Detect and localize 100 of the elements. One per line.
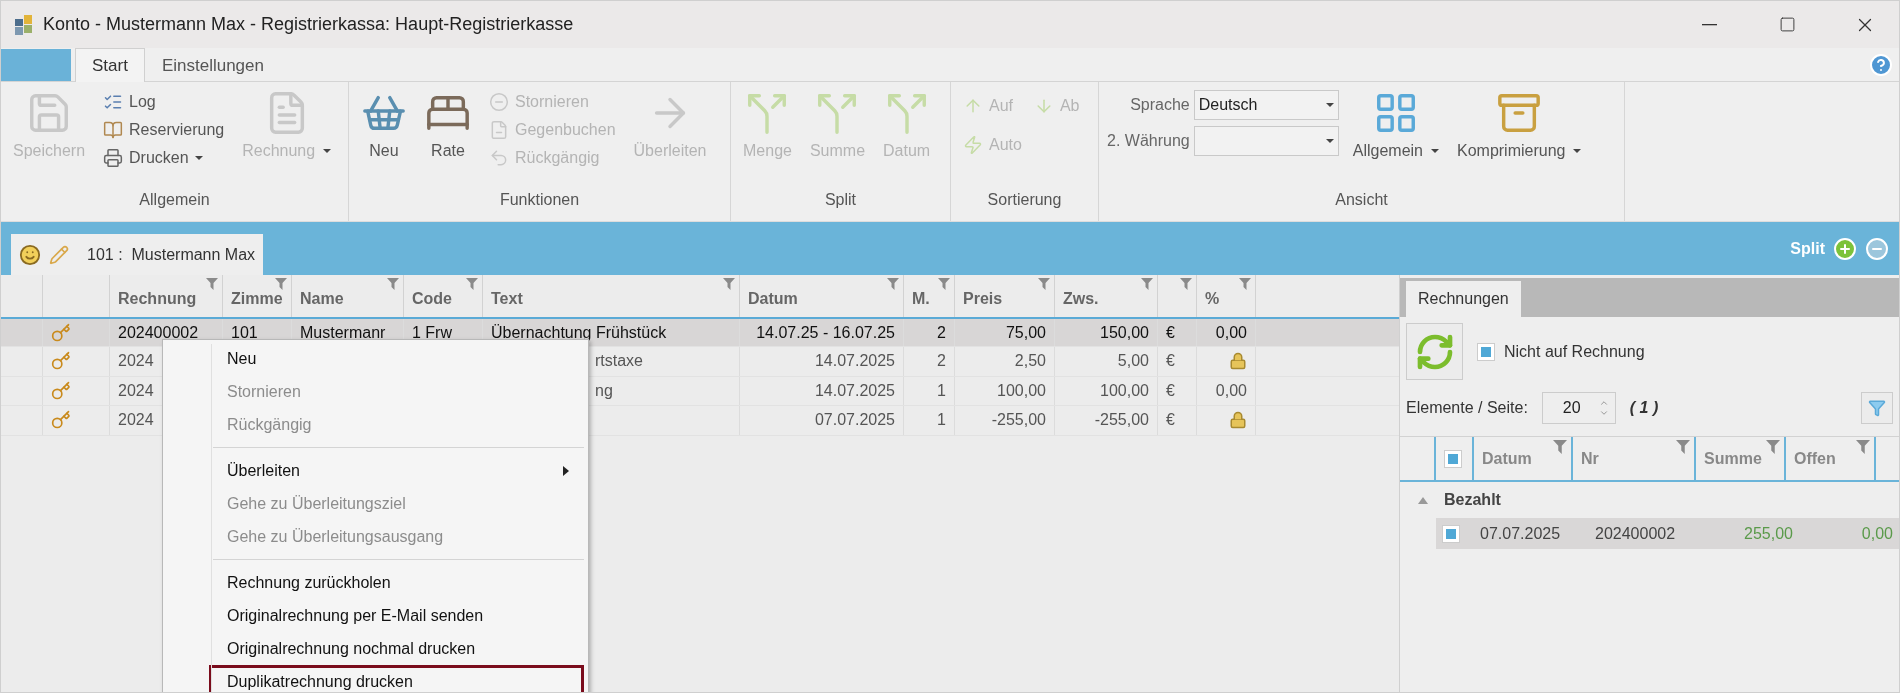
ribbon-button[interactable]: Drucken — [99, 144, 229, 171]
ribbon-button[interactable]: Neu — [357, 86, 411, 164]
menu-item[interactable]: Duplikatrechnung drucken — [209, 665, 584, 692]
column-header[interactable]: Preis — [963, 290, 1003, 308]
table-cell: 07.07.2025 — [814, 411, 895, 430]
table-cell: € — [1166, 411, 1175, 430]
ribbon-tab[interactable]: Einstellungen — [144, 48, 281, 82]
page-size-spinner[interactable]: 20 — [1541, 392, 1616, 424]
filter-icon[interactable] — [206, 278, 218, 290]
split-label: Split — [1790, 239, 1825, 258]
table-cell: 2,50 — [1014, 352, 1046, 371]
table-cell: 2 — [937, 323, 946, 342]
filter-icon[interactable] — [275, 278, 287, 290]
filter-button[interactable] — [1861, 392, 1893, 424]
table-cell: 100,00 — [997, 381, 1046, 400]
filter-icon[interactable] — [466, 278, 478, 290]
table-cell: 1 — [937, 411, 946, 430]
menu-item[interactable]: Rechnung zurückholen — [209, 566, 584, 599]
page-count: ( 1 ) — [1629, 399, 1659, 417]
column-header[interactable]: Zimme — [231, 290, 283, 308]
dropdown-field[interactable] — [1193, 126, 1339, 156]
column-header[interactable]: Name — [300, 290, 344, 308]
table-cell: 2 — [937, 352, 946, 371]
table-cell: € — [1166, 381, 1175, 400]
column-header[interactable]: M. — [912, 290, 930, 308]
group-label: Funktionen — [499, 191, 580, 210]
smiley-icon — [19, 244, 41, 266]
filter-icon[interactable] — [1766, 440, 1780, 454]
filter-icon[interactable] — [887, 278, 899, 290]
book-icon — [103, 119, 124, 140]
lock-icon — [1229, 411, 1247, 430]
checkbox[interactable]: Nicht auf Rechnung — [1477, 342, 1645, 361]
pencil-icon — [49, 245, 69, 265]
filter-icon[interactable] — [1856, 440, 1870, 454]
table-cell: 2024 — [118, 411, 154, 430]
help-icon[interactable] — [1869, 53, 1893, 77]
caret-icon — [323, 149, 332, 153]
table-row[interactable]: 202400002 101 Mustermanr 1 Frw Übernachtung Frühstück 14.07.25 - 16.07.25 2 75,00 150,00 € 0,00 — [1, 318, 1399, 347]
key-icon — [51, 380, 71, 401]
table-cell: 255,00 — [1744, 524, 1793, 542]
filter-icon[interactable] — [1676, 440, 1690, 454]
ribbon-button[interactable]: Allgemein — [1348, 86, 1443, 164]
group-label: Sortierung — [987, 191, 1062, 210]
menu-item[interactable]: Überleiten — [209, 454, 584, 487]
menu-item[interactable]: Originalrechnung per E-Mail senden — [209, 599, 584, 632]
collapse-triangle-icon[interactable] — [1418, 496, 1428, 504]
filter-icon[interactable] — [387, 278, 399, 290]
filter-icon[interactable] — [1180, 278, 1192, 290]
table-cell: 14.07.25 - 16.07.25 — [756, 323, 895, 342]
group-label: Split — [824, 191, 857, 210]
minimize-icon — [1701, 23, 1717, 26]
caret-icon — [194, 155, 203, 160]
filter-icon[interactable] — [1553, 440, 1567, 454]
refresh-button[interactable] — [1406, 323, 1463, 380]
dropdown-field[interactable]: Deutsch — [1193, 90, 1339, 120]
panel-tab[interactable]: Rechnungen — [1406, 281, 1521, 317]
column-header[interactable]: Text — [491, 290, 523, 308]
column-header[interactable]: Code — [412, 290, 452, 308]
ribbon-button[interactable]: Rate — [421, 86, 475, 164]
column-header[interactable]: Nr — [1581, 449, 1599, 468]
table-cell: 07.07.2025 — [1480, 524, 1561, 542]
table-cell: 202400002 — [118, 323, 199, 342]
page-size-label: Elemente / Seite: — [1406, 399, 1528, 417]
caret-icon — [1431, 149, 1439, 153]
document-minus-icon — [489, 119, 509, 140]
table-cell: 0,00 — [1215, 323, 1247, 342]
filter-icon[interactable] — [723, 278, 735, 290]
group-label: Allgemein — [139, 191, 210, 210]
column-header[interactable]: % — [1205, 290, 1220, 308]
column-header[interactable]: Datum — [748, 290, 798, 308]
menu-item[interactable]: Originalrechnung nochmal drucken — [209, 632, 584, 665]
column-header[interactable]: Datum — [1482, 449, 1532, 468]
document-tab[interactable]: 101 : Mustermann Max — [11, 234, 264, 276]
app-logo-icon — [15, 14, 33, 35]
column-header[interactable]: Zws. — [1063, 290, 1099, 308]
ribbon-button[interactable]: Reservierung — [99, 116, 229, 143]
ribbon-button[interactable]: Komprimierung — [1453, 86, 1586, 164]
column-header[interactable]: Offen — [1794, 449, 1836, 468]
lock-icon — [1229, 352, 1247, 371]
invoice-row[interactable]: 07.07.2025 202400002 255,00 0,00 — [1436, 518, 1899, 549]
table-cell: -255,00 — [1094, 411, 1149, 430]
ribbon-button[interactable]: Log — [99, 88, 229, 115]
minus-circle-icon — [489, 91, 509, 112]
column-header[interactable]: Rechnung — [118, 290, 197, 308]
ribbon-tab[interactable]: Start — [75, 48, 145, 82]
column-header[interactable]: Summe — [1704, 449, 1762, 468]
group-label: Ansicht — [1335, 191, 1388, 210]
table-cell: 1 Frw — [412, 323, 452, 342]
filter-icon[interactable] — [938, 278, 950, 290]
filter-icon[interactable] — [1239, 278, 1251, 290]
add-button[interactable] — [1833, 236, 1857, 261]
filter-icon[interactable] — [1038, 278, 1050, 290]
table-cell: 14.07.2025 — [814, 381, 895, 400]
row-checkbox[interactable] — [1442, 524, 1460, 543]
caret-icon — [1325, 139, 1334, 143]
table-cell: 100,00 — [1100, 381, 1149, 400]
filter-icon[interactable] — [1141, 278, 1153, 290]
header-checkbox[interactable] — [1444, 449, 1462, 468]
table-cell: 0,00 — [1215, 381, 1247, 400]
table-cell: € — [1166, 352, 1175, 371]
